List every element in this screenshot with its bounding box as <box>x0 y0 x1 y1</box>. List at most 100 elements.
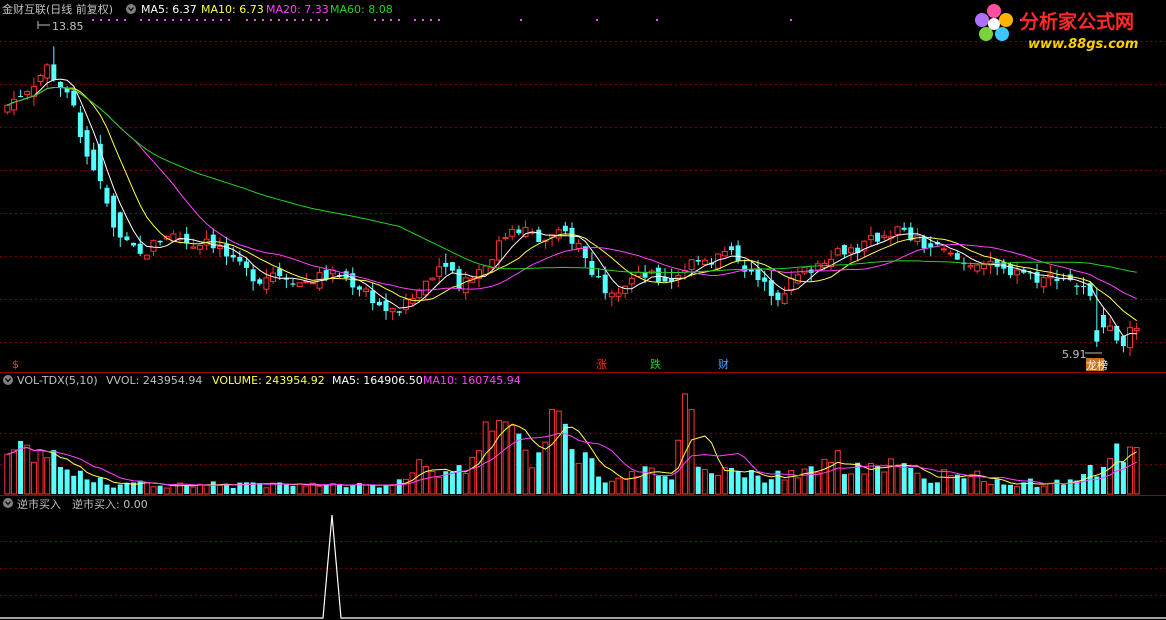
candle-body-down <box>396 311 402 313</box>
volume-bar-up <box>794 477 801 495</box>
candle-body-down <box>901 227 907 230</box>
candle-body-down <box>117 212 123 238</box>
volume-bar-down <box>662 476 668 494</box>
event-dot <box>302 19 304 21</box>
volume-bar-down <box>655 475 661 494</box>
stock-chart[interactable]: 金财互联(日线 前复权) MA5: 6.37 MA10: 6.73 MA20: … <box>0 0 1166 620</box>
event-dot <box>124 19 126 21</box>
volume-bar-up <box>44 457 51 495</box>
marker-die: 跌 <box>650 357 661 371</box>
volume-bar-up <box>469 456 476 495</box>
candle-body-down <box>343 271 349 278</box>
volume-bar-down <box>137 480 143 494</box>
candle-body-down <box>602 274 608 294</box>
volume-bar-up <box>635 476 642 495</box>
volume-bar-down <box>762 482 768 494</box>
volume-bar-up <box>296 483 303 495</box>
candle-body-down <box>77 112 83 137</box>
high-price-label: 13.85 <box>52 20 84 33</box>
candle-body-down <box>137 243 143 254</box>
ma20-label: MA20: 7.33 <box>266 3 329 16</box>
event-dot <box>520 19 522 21</box>
event-dot <box>326 19 328 21</box>
event-dot <box>228 19 230 21</box>
event-dot <box>140 19 142 21</box>
volume-bar-up <box>303 485 310 495</box>
volume-bar-up <box>1133 447 1140 495</box>
candle-body-up <box>555 229 562 239</box>
volume-bar-down <box>934 482 940 494</box>
volume-bar-down <box>376 487 382 494</box>
volume-bar-up <box>542 441 549 495</box>
signal-chevron-down-icon[interactable] <box>3 498 13 508</box>
volume-bar-up <box>363 484 370 495</box>
candle-body-down <box>243 261 249 268</box>
volume-bar-down <box>536 452 542 494</box>
volume-bar-up <box>1047 482 1054 495</box>
volume-bar-up <box>628 471 635 495</box>
candle-body-down <box>921 236 927 249</box>
volume-bar-down <box>323 484 329 494</box>
candle-body-up <box>389 307 396 313</box>
candle-body-down <box>1120 336 1126 347</box>
volume-bar-up <box>482 421 489 495</box>
volume-bar-up <box>575 462 582 495</box>
volume-bar-down <box>669 479 675 494</box>
candle-body-up <box>1014 269 1021 276</box>
volume-bar-up <box>4 453 11 495</box>
volume-bar-up <box>1040 485 1047 495</box>
event-dot <box>246 19 248 21</box>
volume-bar-up <box>894 466 901 495</box>
candle-body-up <box>1040 277 1047 288</box>
volume-bar-down <box>224 484 230 494</box>
volume-bar-up <box>1014 486 1021 495</box>
candle-body-up <box>502 237 509 240</box>
event-dot <box>596 19 598 21</box>
volume-bar-down <box>91 482 97 494</box>
candle-body-up <box>422 280 429 296</box>
candle-body-up <box>688 259 695 270</box>
volume-bar-down <box>748 470 754 494</box>
candle-body-down <box>84 130 90 157</box>
candle-body-up <box>941 248 948 251</box>
volume-bar-down <box>1120 462 1126 494</box>
volume-bar-up <box>688 408 695 495</box>
volume-bar-down <box>709 473 715 494</box>
volume-bar-up <box>177 482 184 495</box>
volume-bar-down <box>184 485 190 494</box>
volume-label: VOLUME: 243954.92 <box>212 374 325 387</box>
volume-bar-up <box>143 482 150 495</box>
candle-body-down <box>250 269 256 282</box>
volume-chevron-down-icon[interactable] <box>3 375 13 385</box>
volume-bar-up <box>529 467 536 495</box>
candle-body-up <box>509 228 516 237</box>
volume-bar-down <box>908 468 914 494</box>
logo-url: www.88gs.com <box>1028 37 1138 52</box>
volume-bar-down <box>1054 479 1060 494</box>
event-dot <box>188 19 190 21</box>
volume-bar-up <box>316 485 323 495</box>
volume-bar-down <box>117 484 123 494</box>
candle-body-up <box>781 293 788 304</box>
event-dot <box>382 19 384 21</box>
volume-bar-down <box>1021 482 1027 494</box>
volume-bar-up <box>509 424 516 495</box>
signal-indicator-name: 逆市买入 <box>17 497 61 511</box>
candle-body-down <box>71 90 77 106</box>
volume-bar-up <box>37 450 44 495</box>
chevron-down-icon[interactable] <box>126 4 136 14</box>
candle-body-up <box>794 274 801 284</box>
candle-body-down <box>516 229 522 234</box>
candle-body-down <box>356 286 362 290</box>
event-dot <box>172 19 174 21</box>
vol-ma5-label: MA5: 164906.50 <box>332 374 423 387</box>
volume-bar-down <box>582 452 588 494</box>
volume-bar-down <box>755 475 761 494</box>
candle-body-up <box>1133 327 1140 332</box>
volume-bar-down <box>602 482 608 494</box>
volume-bar-up <box>781 479 788 495</box>
volume-bar-up <box>1107 458 1114 495</box>
candle-body-down <box>1074 285 1080 287</box>
candle-body-down <box>237 256 243 262</box>
candle-body-down <box>954 253 960 260</box>
